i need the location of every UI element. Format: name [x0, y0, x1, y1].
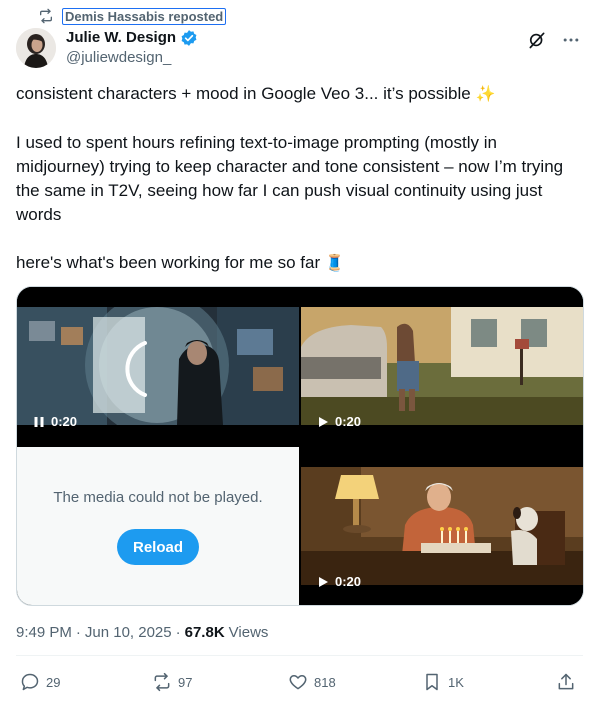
- tweet-top-actions: [527, 30, 581, 50]
- divider: [16, 655, 583, 656]
- repost-icon: [154, 672, 170, 692]
- video-1-duration: 0:20: [33, 414, 77, 429]
- repost-label[interactable]: Demis Hassabis reposted: [62, 7, 227, 25]
- reply-button[interactable]: 29: [20, 672, 60, 692]
- repost-count: 97: [178, 674, 193, 690]
- reply-count: 29: [46, 674, 61, 690]
- reload-button[interactable]: Reload: [117, 529, 199, 565]
- bookmark-count: 1K: [448, 674, 464, 690]
- like-button[interactable]: 818: [288, 672, 336, 692]
- play-icon[interactable]: [317, 576, 329, 588]
- tweet-time[interactable]: 9:49 PM: [16, 624, 72, 641]
- meta-separator: ·: [175, 624, 181, 641]
- tweet-text-line-3: here's what's been working for me so far…: [16, 253, 345, 272]
- action-bar: 29 97 818 1K: [16, 672, 583, 696]
- repost-icon: [40, 8, 52, 24]
- repost-button[interactable]: 97: [152, 672, 192, 692]
- thread-emoji: 🧵: [324, 255, 345, 272]
- tweet-text-paragraph-2: I used to spent hours refining text-to-i…: [16, 133, 564, 224]
- bookmark-icon: [426, 673, 438, 691]
- share-icon: [558, 673, 574, 690]
- share-button[interactable]: [556, 672, 576, 692]
- play-icon[interactable]: [317, 416, 329, 428]
- author-block: Julie W. Design @juliewdesign_: [66, 28, 198, 68]
- media-error-message: The media could not be played.: [53, 489, 263, 506]
- like-count: 818: [314, 674, 336, 690]
- verified-badge-icon: [181, 30, 197, 46]
- tweet-text-line-1: consistent characters + mood in Google V…: [16, 84, 496, 103]
- video-4[interactable]: 0:20: [301, 447, 583, 605]
- author-handle[interactable]: @juliewdesign_: [66, 48, 198, 68]
- tweet-date[interactable]: Jun 10, 2025: [85, 624, 172, 641]
- grok-icon[interactable]: [527, 30, 547, 50]
- video-4-duration: 0:20: [317, 574, 361, 589]
- repost-indicator: Demis Hassabis reposted: [38, 6, 227, 26]
- meta-separator: ·: [75, 624, 81, 641]
- tweet-text: consistent characters + mood in Google V…: [16, 82, 586, 300]
- bookmark-button[interactable]: 1K: [422, 672, 464, 692]
- video-2[interactable]: 0:20: [301, 287, 583, 445]
- tweet-meta: 9:49 PM · Jun 10, 2025 · 67.8K Views: [16, 624, 268, 641]
- avatar[interactable]: [16, 28, 56, 68]
- media-grid: 0:20 0:20 The media could not be played.…: [16, 286, 584, 606]
- author-display-name[interactable]: Julie W. Design: [66, 28, 176, 48]
- tweet: Demis Hassabis reposted Julie W. Design …: [0, 0, 599, 708]
- video-3: The media could not be played. Reload: [17, 447, 299, 605]
- sparkles-emoji: ✨: [475, 86, 496, 103]
- reply-icon: [21, 673, 39, 691]
- video-2-duration: 0:20: [317, 414, 361, 429]
- author-name-row: Julie W. Design: [66, 28, 198, 48]
- pause-icon[interactable]: [33, 416, 45, 428]
- views-label: Views: [228, 624, 269, 641]
- heart-icon: [289, 675, 307, 690]
- views-count[interactable]: 67.8K: [185, 624, 225, 641]
- video-1[interactable]: 0:20: [17, 287, 299, 445]
- more-icon[interactable]: [561, 30, 581, 50]
